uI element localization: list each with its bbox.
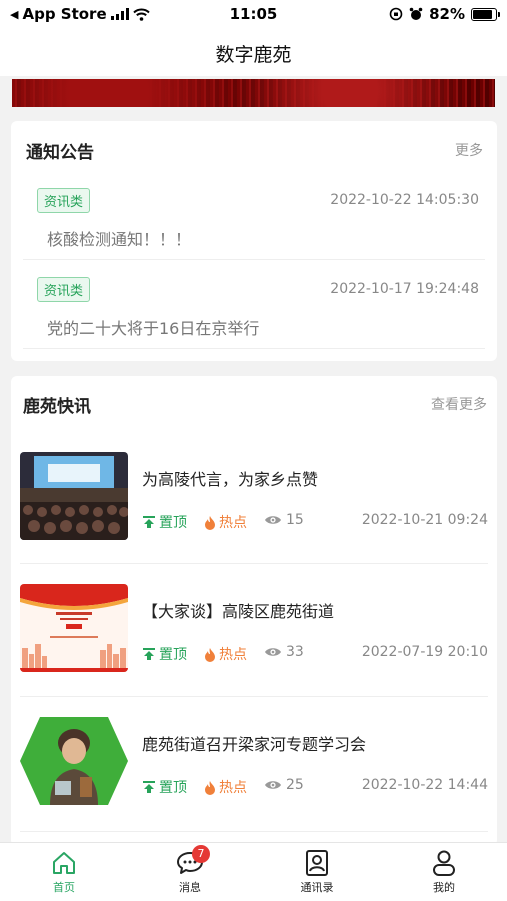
- notice-time: 2022-10-22 14:05:30: [330, 192, 479, 208]
- divider: [23, 348, 485, 349]
- navigation-bar: 数字鹿苑: [0, 28, 507, 76]
- hot-label: 热点: [204, 512, 247, 532]
- notice-more-link[interactable]: 更多: [455, 140, 483, 160]
- news-title: 鹿苑街道召开梁家河专题学习会: [142, 735, 367, 754]
- pinned-label: 置顶: [142, 777, 187, 797]
- news-title: 为高陵代言，为家乡点赞: [142, 470, 319, 489]
- notice-card: 通知公告 更多 资讯类 2022-10-22 14:05:30 核酸检测通知！！…: [11, 121, 497, 361]
- views-count: 25: [264, 777, 304, 793]
- pinned-label: 置顶: [142, 644, 187, 664]
- flame-icon: [205, 647, 215, 662]
- views-count: 15: [264, 512, 304, 528]
- divider: [20, 696, 488, 697]
- eye-icon: [265, 516, 281, 524]
- news-item[interactable]: 【大家谈】高陵区鹿苑街道 置顶 热点 33 2022-07-19 20:10: [11, 568, 497, 698]
- pin-top-icon: [143, 781, 155, 793]
- tab-profile[interactable]: 我的: [404, 847, 484, 895]
- news-card: 鹿苑快讯 查看更多 为高陵代言，为家乡点赞 置顶 热点 15 2022-10-2…: [11, 376, 497, 846]
- unread-badge: 7: [192, 845, 210, 863]
- news-title: 【大家谈】高陵区鹿苑街道: [142, 602, 335, 621]
- news-item[interactable]: 为高陵代言，为家乡点赞 置顶 热点 15 2022-10-21 09:24: [11, 436, 497, 566]
- tab-profile-label: 我的: [433, 881, 455, 894]
- news-date: 2022-07-19 20:10: [361, 644, 488, 660]
- status-bar: ◀ App Store 11:05 82%: [0, 0, 507, 28]
- tab-messages-label: 消息: [179, 881, 201, 894]
- news-date: 2022-10-22 14:44: [361, 777, 488, 793]
- news-item[interactable]: 鹿苑街道召开梁家河专题学习会 置顶 热点 25 2022-10-22 14:44: [11, 701, 497, 831]
- bottom-tab-bar: 首页 7 消息 通讯录 我的: [0, 842, 507, 901]
- orientation-lock-icon: [389, 7, 403, 21]
- user-icon: [433, 850, 455, 876]
- flame-icon: [205, 515, 215, 530]
- pin-top-icon: [143, 648, 155, 660]
- tab-contacts-label: 通讯录: [300, 881, 334, 894]
- divider: [20, 831, 488, 832]
- tab-home-label: 首页: [53, 881, 75, 894]
- banner-image[interactable]: [12, 79, 495, 107]
- hot-label: 热点: [204, 644, 247, 664]
- news-thumbnail-poster: [20, 584, 128, 672]
- notice-title: 党的二十大将于16日在京举行: [47, 319, 260, 338]
- views-count: 33: [264, 644, 304, 660]
- page-title: 数字鹿苑: [215, 44, 292, 66]
- battery-percent: 82%: [429, 5, 465, 23]
- battery-icon: [471, 7, 500, 21]
- hot-label: 热点: [204, 777, 247, 797]
- pin-top-icon: [143, 516, 155, 528]
- contacts-book-icon: [306, 850, 328, 876]
- flame-icon: [205, 780, 215, 795]
- alarm-icon: [409, 7, 423, 20]
- notice-section-title: 通知公告: [26, 143, 94, 163]
- tab-contacts[interactable]: 通讯录: [277, 847, 357, 895]
- notice-tag: 资讯类: [37, 188, 91, 213]
- eye-icon: [265, 648, 281, 656]
- eye-icon: [265, 781, 281, 789]
- notice-time: 2022-10-17 19:24:48: [330, 281, 479, 297]
- home-icon: [53, 852, 75, 874]
- divider: [23, 259, 485, 260]
- news-section-title: 鹿苑快讯: [23, 397, 91, 417]
- notice-item[interactable]: 资讯类 2022-10-22 14:05:30 核酸检测通知！！！: [37, 188, 497, 274]
- pinned-label: 置顶: [142, 512, 187, 532]
- notice-title: 核酸检测通知！！！: [47, 230, 192, 249]
- notice-item[interactable]: 资讯类 2022-10-17 19:24:48 党的二十大将于16日在京举行: [37, 277, 497, 363]
- notice-tag: 资讯类: [37, 277, 91, 302]
- news-more-link[interactable]: 查看更多: [431, 394, 487, 414]
- tab-messages[interactable]: 7 消息: [150, 845, 230, 895]
- news-thumbnail-auditorium: [20, 452, 128, 540]
- news-date: 2022-10-21 09:24: [361, 512, 488, 528]
- divider: [20, 563, 488, 564]
- tab-home[interactable]: 首页: [24, 847, 104, 895]
- news-thumbnail-portrait: [20, 717, 128, 805]
